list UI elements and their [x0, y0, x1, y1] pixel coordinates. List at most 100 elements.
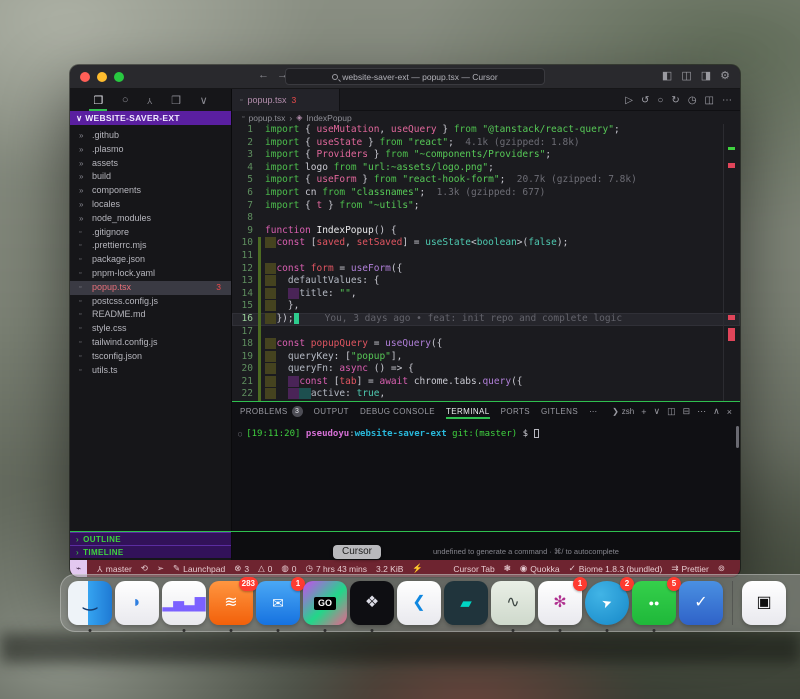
panel-tab-debug-console[interactable]: DEBUG CONSOLE — [360, 404, 435, 419]
history-icon[interactable]: ◷ — [688, 95, 697, 106]
panel-tab-output[interactable]: OUTPUT — [314, 404, 349, 419]
status-file-size[interactable]: 3.2 KiB — [376, 564, 403, 574]
more-actions-icon[interactable]: ⋯ — [722, 95, 732, 106]
toggle-secondary-sidebar-icon[interactable]: ◨ — [701, 69, 711, 82]
tab-popup-tsx[interactable]: ▫ popup.tsx 3 — [232, 89, 340, 111]
tree-item-style-css[interactable]: ▫style.css — [70, 322, 231, 336]
tree-item-package-json[interactable]: ▫package.json — [70, 253, 231, 267]
tree-item--github[interactable]: ».github — [70, 129, 231, 143]
editor-panel-sash[interactable] — [232, 401, 740, 402]
dock-icon-slack[interactable]: ✻1 — [538, 581, 582, 625]
breadcrumb-file[interactable]: popup.tsx — [248, 113, 285, 123]
dock-icon-rss-reader[interactable]: ≋283 — [209, 581, 253, 625]
record-icon[interactable]: ○ — [657, 95, 663, 106]
settings-icon[interactable]: ⚙ — [720, 69, 730, 82]
minimize-window-button[interactable] — [97, 72, 107, 82]
status-notifications-bell[interactable]: ⊚ — [718, 563, 725, 574]
status-git-branch[interactable]: Ymaster — [97, 564, 132, 574]
maximize-panel-icon[interactable]: ∧ — [713, 406, 720, 417]
tree-item--prettierrc-mjs[interactable]: ▫.prettierrc.mjs — [70, 239, 231, 253]
dock-icon-audio-waveform-app[interactable]: ▂▅▃▇ — [162, 581, 206, 625]
status-warnings[interactable]: △0 — [258, 563, 272, 574]
code-line[interactable]: 18 const popupQuery = useQuery({ — [232, 338, 740, 351]
search-icon[interactable]: ○ — [118, 92, 133, 108]
shell-select[interactable]: ❯zsh — [612, 407, 634, 416]
code-line[interactable]: 8 — [232, 212, 740, 225]
tree-item-pnpm-lock-yaml[interactable]: ▫pnpm-lock.yaml — [70, 267, 231, 281]
dock-icon-wechat[interactable]: ●●5 — [632, 581, 676, 625]
status-quokka[interactable]: ◉Quokka — [520, 563, 560, 574]
tree-item--gitignore[interactable]: ▫.gitignore — [70, 226, 231, 240]
dock-icon-telegram[interactable]: ➤2 — [585, 581, 629, 625]
tree-item-postcss-config-js[interactable]: ▫postcss.config.js — [70, 295, 231, 309]
tree-item-popup-tsx[interactable]: ▫popup.tsx3 — [70, 281, 231, 295]
step-back-icon[interactable]: ↺ — [641, 95, 649, 106]
toggle-primary-sidebar-icon[interactable]: ◧ — [662, 69, 672, 82]
dock-icon-goland[interactable]: GO — [303, 581, 347, 625]
terminal[interactable]: ○[19:11:20] pseudoyu:website-saver-ext g… — [238, 428, 730, 440]
panel-bottom-sash[interactable] — [70, 531, 740, 532]
extensions-icon[interactable]: ❒ — [167, 92, 185, 109]
code-line[interactable]: 4import logo from "url:~assets/logo.png"… — [232, 162, 740, 175]
dock-icon-mail[interactable]: ✉1 — [256, 581, 300, 625]
code-editor[interactable]: 1import { useMutation, useQuery } from "… — [232, 124, 740, 401]
breadcrumb[interactable]: ▫ popup.tsx › ◈ IndexPopup — [232, 111, 740, 124]
new-terminal-icon[interactable]: + — [641, 407, 646, 417]
panel-tab--[interactable]: ⋯ — [589, 404, 597, 419]
status-prettier[interactable]: ⇉Prettier — [671, 563, 709, 574]
dock-icon-arc-browser[interactable]: ∿ — [491, 581, 535, 625]
code-line[interactable]: 22 active: true, — [232, 388, 740, 401]
dock-icon-utility-app[interactable]: ▣ — [742, 581, 786, 625]
code-line[interactable]: 5import { useForm } from "react-hook-for… — [232, 174, 740, 187]
code-line[interactable]: 17 — [232, 326, 740, 339]
status-cursor-tab[interactable]: Cursor Tab — [453, 564, 494, 574]
zoom-window-button[interactable] — [114, 72, 124, 82]
status-errors[interactable]: ⊗3 — [234, 563, 249, 574]
toggle-panel-icon[interactable]: ◫ — [681, 69, 691, 82]
code-line[interactable]: 16 });You, 3 days ago • feat: init repo … — [232, 313, 740, 326]
dock-icon-follow-app[interactable]: ◗ — [115, 581, 159, 625]
tree-item-locales[interactable]: »locales — [70, 198, 231, 212]
close-panel-icon[interactable]: × — [727, 407, 732, 417]
split-terminal-icon[interactable]: ◫ — [667, 406, 676, 417]
step-forward-icon[interactable]: ↻ — [671, 95, 679, 106]
dock-icon-warp-terminal[interactable]: ▰ — [444, 581, 488, 625]
dock-icon-cursor[interactable]: ❖ — [350, 581, 394, 625]
close-window-button[interactable] — [80, 72, 90, 82]
panel-tab-problems[interactable]: PROBLEMS3 — [240, 403, 303, 420]
code-line[interactable]: 14 title: "", — [232, 288, 740, 301]
code-line[interactable]: 3import { Providers } from "~components/… — [232, 149, 740, 162]
title-bar[interactable]: ←→ website-saver-ext — popup.tsx — Curso… — [70, 65, 740, 89]
panel-tab-gitlens[interactable]: GITLENS — [541, 404, 578, 419]
tree-item-utils-ts[interactable]: ▫utils.ts — [70, 364, 231, 378]
status-power[interactable]: ⚡ — [412, 563, 423, 574]
status-publish[interactable]: ➢ — [157, 563, 164, 574]
code-line[interactable]: 15 }, — [232, 300, 740, 313]
explorer-root-folder[interactable]: ∨ WEBSITE-SAVER-EXT — [70, 111, 231, 125]
status-biome[interactable]: ✓Biome 1.8.3 (bundled) — [569, 563, 663, 574]
code-line[interactable]: 10 const [saved, setSaved] = useState<bo… — [232, 237, 740, 250]
terminal-dropdown-icon[interactable]: ∨ — [653, 406, 660, 417]
code-line[interactable]: 9function IndexPopup() { — [232, 225, 740, 238]
breadcrumb-symbol[interactable]: IndexPopup — [306, 113, 351, 123]
explorer-icon[interactable]: ❐ — [89, 92, 107, 109]
code-line[interactable]: 13 defaultValues: { — [232, 275, 740, 288]
dock-icon-finder[interactable]: ‿ — [68, 581, 112, 625]
code-line[interactable]: 11 — [232, 250, 740, 263]
tree-item-components[interactable]: »components — [70, 184, 231, 198]
window-title-search[interactable]: website-saver-ext — popup.tsx — Cursor — [285, 68, 545, 85]
code-line[interactable]: 6import cn from "classnames"; 1.3k (gzip… — [232, 187, 740, 200]
tree-item-readme-md[interactable]: ▫README.md — [70, 308, 231, 322]
terminal-scrollbar[interactable] — [736, 426, 739, 448]
code-line[interactable]: 2import { useState } from "react"; 4.1k … — [232, 137, 740, 150]
status-git-sync[interactable]: ⟲ — [141, 563, 148, 574]
tree-item-tailwind-config-js[interactable]: ▫tailwind.config.js — [70, 336, 231, 350]
more-views-icon[interactable]: ∨ — [196, 92, 212, 109]
tree-item--plasmo[interactable]: ».plasmo — [70, 143, 231, 157]
sidebar-section-outline[interactable]: ›OUTLINE — [70, 532, 231, 545]
status-wallaby[interactable]: ◍0 — [281, 563, 296, 574]
split-editor-icon[interactable]: ◫ — [705, 95, 714, 106]
status-wakatime[interactable]: ◷7 hrs 43 mins — [306, 563, 367, 574]
tree-item-assets[interactable]: »assets — [70, 157, 231, 171]
source-control-icon[interactable]: Y — [143, 94, 156, 107]
